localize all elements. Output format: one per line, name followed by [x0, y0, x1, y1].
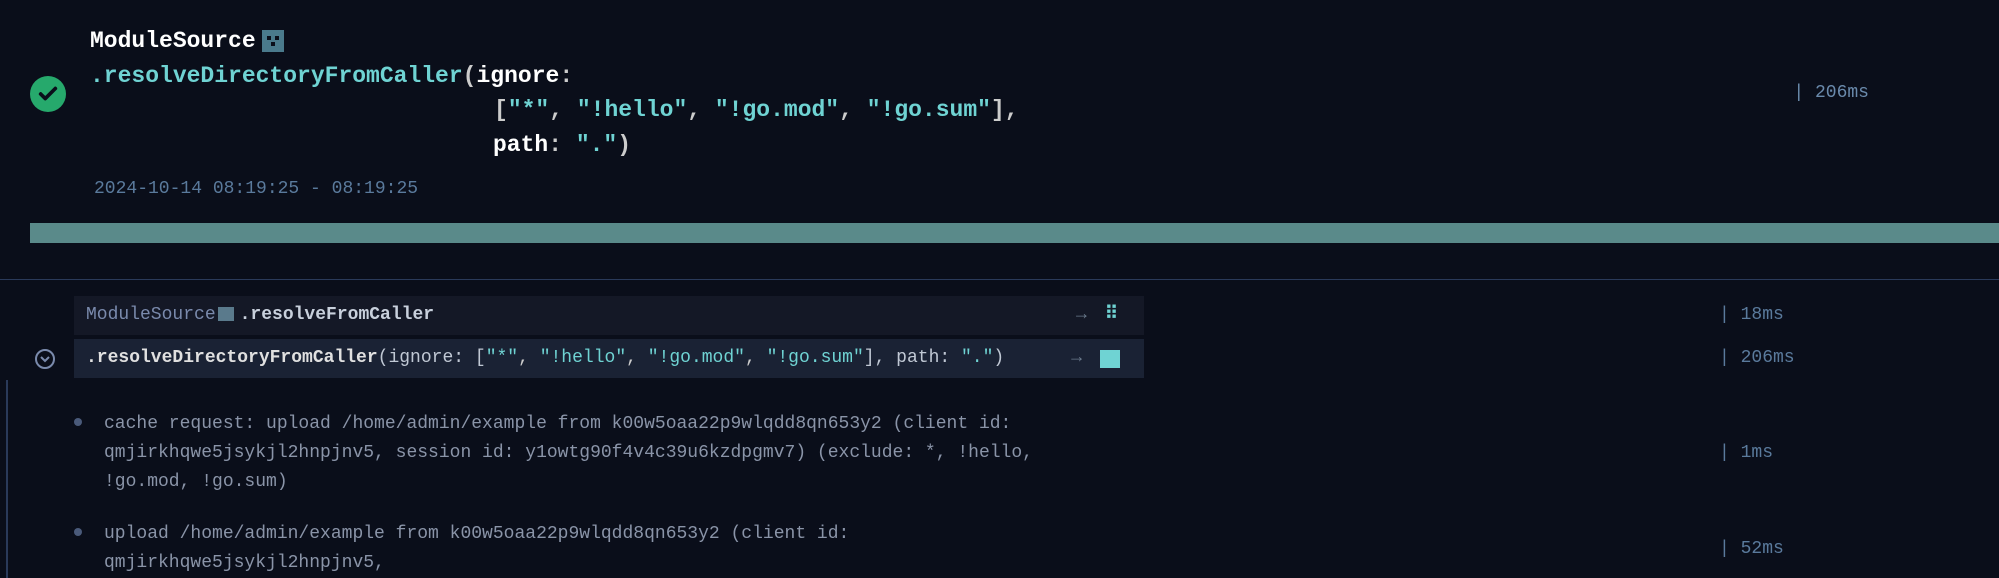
trace-content-active[interactable]: .resolveDirectoryFromCaller(ignore: ["*"… [74, 339, 1144, 378]
log-bullet-icon [74, 418, 82, 426]
chevron-down-icon[interactable] [35, 349, 55, 369]
trace-duration: | 206ms [1719, 345, 1999, 372]
header-content: ModuleSource .resolveDirectoryFromCaller… [90, 24, 1969, 203]
module-icon [218, 307, 234, 321]
log-duration: | 1ms [1719, 440, 1999, 467]
tree-vline [6, 380, 8, 578]
trace-row-active[interactable]: .resolveDirectoryFromCaller(ignore: ["*"… [30, 337, 1999, 380]
header-section: ModuleSource .resolveDirectoryFromCaller… [0, 0, 1999, 203]
trace-gutter [30, 296, 60, 335]
trace-row-parent[interactable]: ModuleSource.resolveFromCaller → ⠿ | 18m… [30, 294, 1999, 337]
call-line-3: path: ".") [90, 128, 1019, 163]
trace-duration: | 18ms [1719, 302, 1999, 329]
log-section: cache request: upload /home/admin/exampl… [30, 380, 1999, 578]
module-title-line: ModuleSource [90, 24, 1019, 59]
trace-gutter[interactable] [30, 339, 60, 378]
header-duration: | 206ms [1793, 80, 1969, 107]
log-row: upload /home/admin/example from k00w5oaa… [102, 520, 1999, 578]
timestamp: 2024-10-14 08:19:25 - 08:19:25 [94, 176, 1969, 203]
module-result-icon[interactable] [1100, 350, 1120, 368]
dots-icon[interactable]: ⠿ [1105, 302, 1120, 329]
module-name: ModuleSource [90, 24, 256, 59]
log-text: cache request: upload /home/admin/exampl… [82, 410, 1067, 496]
status-icon-wrap [30, 76, 66, 112]
log-bullet-icon [74, 528, 82, 536]
header-row: ModuleSource .resolveDirectoryFromCaller… [90, 24, 1969, 162]
trace-text: ModuleSource.resolveFromCaller [86, 302, 1076, 329]
module-icon [262, 30, 284, 52]
trace-text: .resolveDirectoryFromCaller(ignore: ["*"… [86, 345, 1071, 372]
trace-content-parent[interactable]: ModuleSource.resolveFromCaller → ⠿ [74, 296, 1144, 335]
method-name: .resolveDirectoryFromCaller [90, 63, 463, 89]
arrow-right-icon[interactable]: → [1071, 345, 1082, 372]
progress-bar [30, 223, 1999, 243]
log-row: cache request: upload /home/admin/exampl… [102, 410, 1999, 520]
trace-section: ModuleSource.resolveFromCaller → ⠿ | 18m… [0, 280, 1999, 578]
call-line-2: ["*", "!hello", "!go.mod", "!go.sum"], [90, 93, 1019, 128]
success-check-icon [30, 76, 66, 112]
arrow-right-icon[interactable]: → [1076, 302, 1087, 329]
log-text: upload /home/admin/example from k00w5oaa… [82, 520, 1067, 578]
call-line-1: .resolveDirectoryFromCaller(ignore: [90, 59, 1019, 94]
